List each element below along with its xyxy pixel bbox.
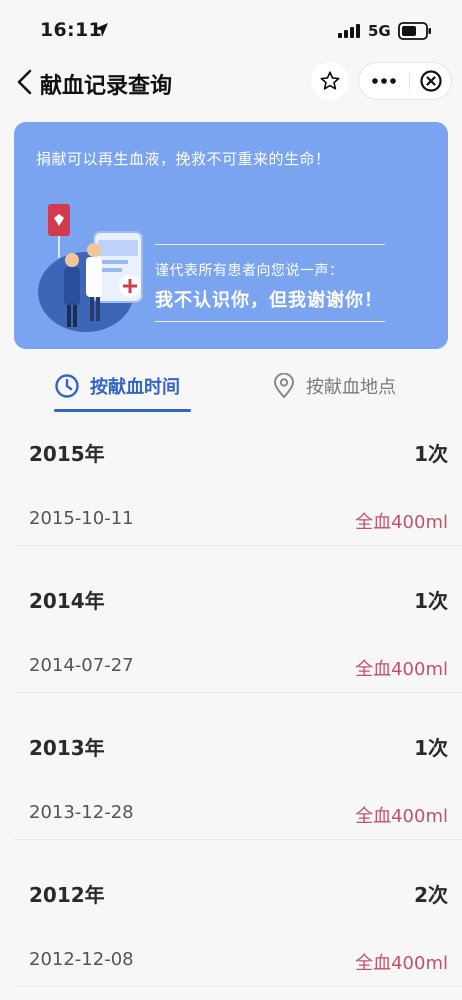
record-row[interactable]: 2015-10-11 全血400ml [0, 492, 462, 546]
tab-by-time-label: 按献血时间 [90, 377, 180, 398]
record-type: 全血400ml [355, 953, 448, 974]
banner-divider-top [155, 244, 385, 245]
close-circle-icon [420, 70, 442, 92]
blood-donation-banner: 捐献可以再生血液，挽救不可重来的生命！ 谨代表所有患者向您说一声： 我不认识你，… [14, 122, 448, 349]
year-group: 2015年 1次 2015-10-11 全血400ml [0, 422, 462, 569]
year-label: 2014年 [29, 589, 105, 613]
record-row[interactable]: 2013-12-28 全血400ml [0, 786, 462, 840]
record-type: 全血400ml [355, 512, 448, 533]
year-label: 2013年 [29, 736, 105, 760]
record-type: 全血400ml [355, 659, 448, 680]
close-button[interactable] [410, 63, 452, 99]
doctor-patient-illustration [38, 204, 143, 332]
row-divider [14, 839, 462, 840]
record-row[interactable]: 2012-12-08 全血400ml [0, 933, 462, 987]
year-label: 2015年 [29, 442, 105, 466]
year-group: 2012年 2次 2012-12-08 全血400ml [0, 863, 462, 1000]
clock-icon [55, 374, 79, 398]
record-date: 2014-07-27 [29, 655, 134, 676]
year-count: 1次 [414, 589, 448, 613]
star-icon [320, 71, 340, 90]
banner-headline: 我不认识你，但我谢谢你！ [155, 290, 383, 311]
year-header: 2012年 2次 [0, 863, 462, 919]
record-date: 2015-10-11 [29, 508, 134, 529]
location-arrow-icon [94, 23, 108, 37]
favorite-button[interactable] [311, 62, 349, 100]
more-button[interactable] [359, 63, 409, 99]
donation-records: 2015年 1次 2015-10-11 全血400ml 2014年 1次 201… [0, 422, 462, 1000]
banner-divider-bottom [155, 321, 385, 322]
nav-bar: 献血记录查询 [0, 58, 462, 106]
banner-subtitle: 谨代表所有患者向您说一声： [155, 263, 344, 279]
year-label: 2012年 [29, 883, 105, 907]
year-count: 1次 [414, 736, 448, 760]
record-row[interactable]: 2014-07-27 全血400ml [0, 639, 462, 693]
year-header: 2013年 1次 [0, 716, 462, 772]
back-icon[interactable] [14, 68, 38, 96]
year-group: 2013年 1次 2013-12-28 全血400ml [0, 716, 462, 863]
active-tab-indicator [54, 409, 191, 412]
row-divider [14, 545, 462, 546]
location-pin-icon [273, 373, 295, 399]
sort-tabs: 按献血时间 按献血地点 [0, 360, 462, 416]
row-divider [14, 692, 462, 693]
signal-icon [338, 24, 360, 38]
year-count: 1次 [414, 442, 448, 466]
record-date: 2013-12-28 [29, 802, 134, 823]
row-divider [14, 986, 462, 987]
tab-by-place[interactable]: 按献血地点 [272, 360, 396, 412]
year-count: 2次 [414, 883, 448, 907]
record-type: 全血400ml [355, 806, 448, 827]
tab-by-place-label: 按献血地点 [306, 377, 396, 398]
year-header: 2015年 1次 [0, 422, 462, 478]
page-title: 献血记录查询 [40, 74, 173, 99]
record-date: 2012-12-08 [29, 949, 134, 970]
miniprogram-capsule [358, 62, 452, 100]
more-icon [372, 78, 396, 84]
battery-icon [398, 22, 431, 40]
tab-by-time[interactable]: 按献血时间 [54, 360, 180, 412]
year-header: 2014年 1次 [0, 569, 462, 625]
network-label: 5G [368, 22, 391, 40]
banner-slogan: 捐献可以再生血液，挽救不可重来的生命！ [36, 150, 331, 168]
year-group: 2014年 1次 2014-07-27 全血400ml [0, 569, 462, 716]
status-bar: 16:11 5G [0, 0, 462, 58]
